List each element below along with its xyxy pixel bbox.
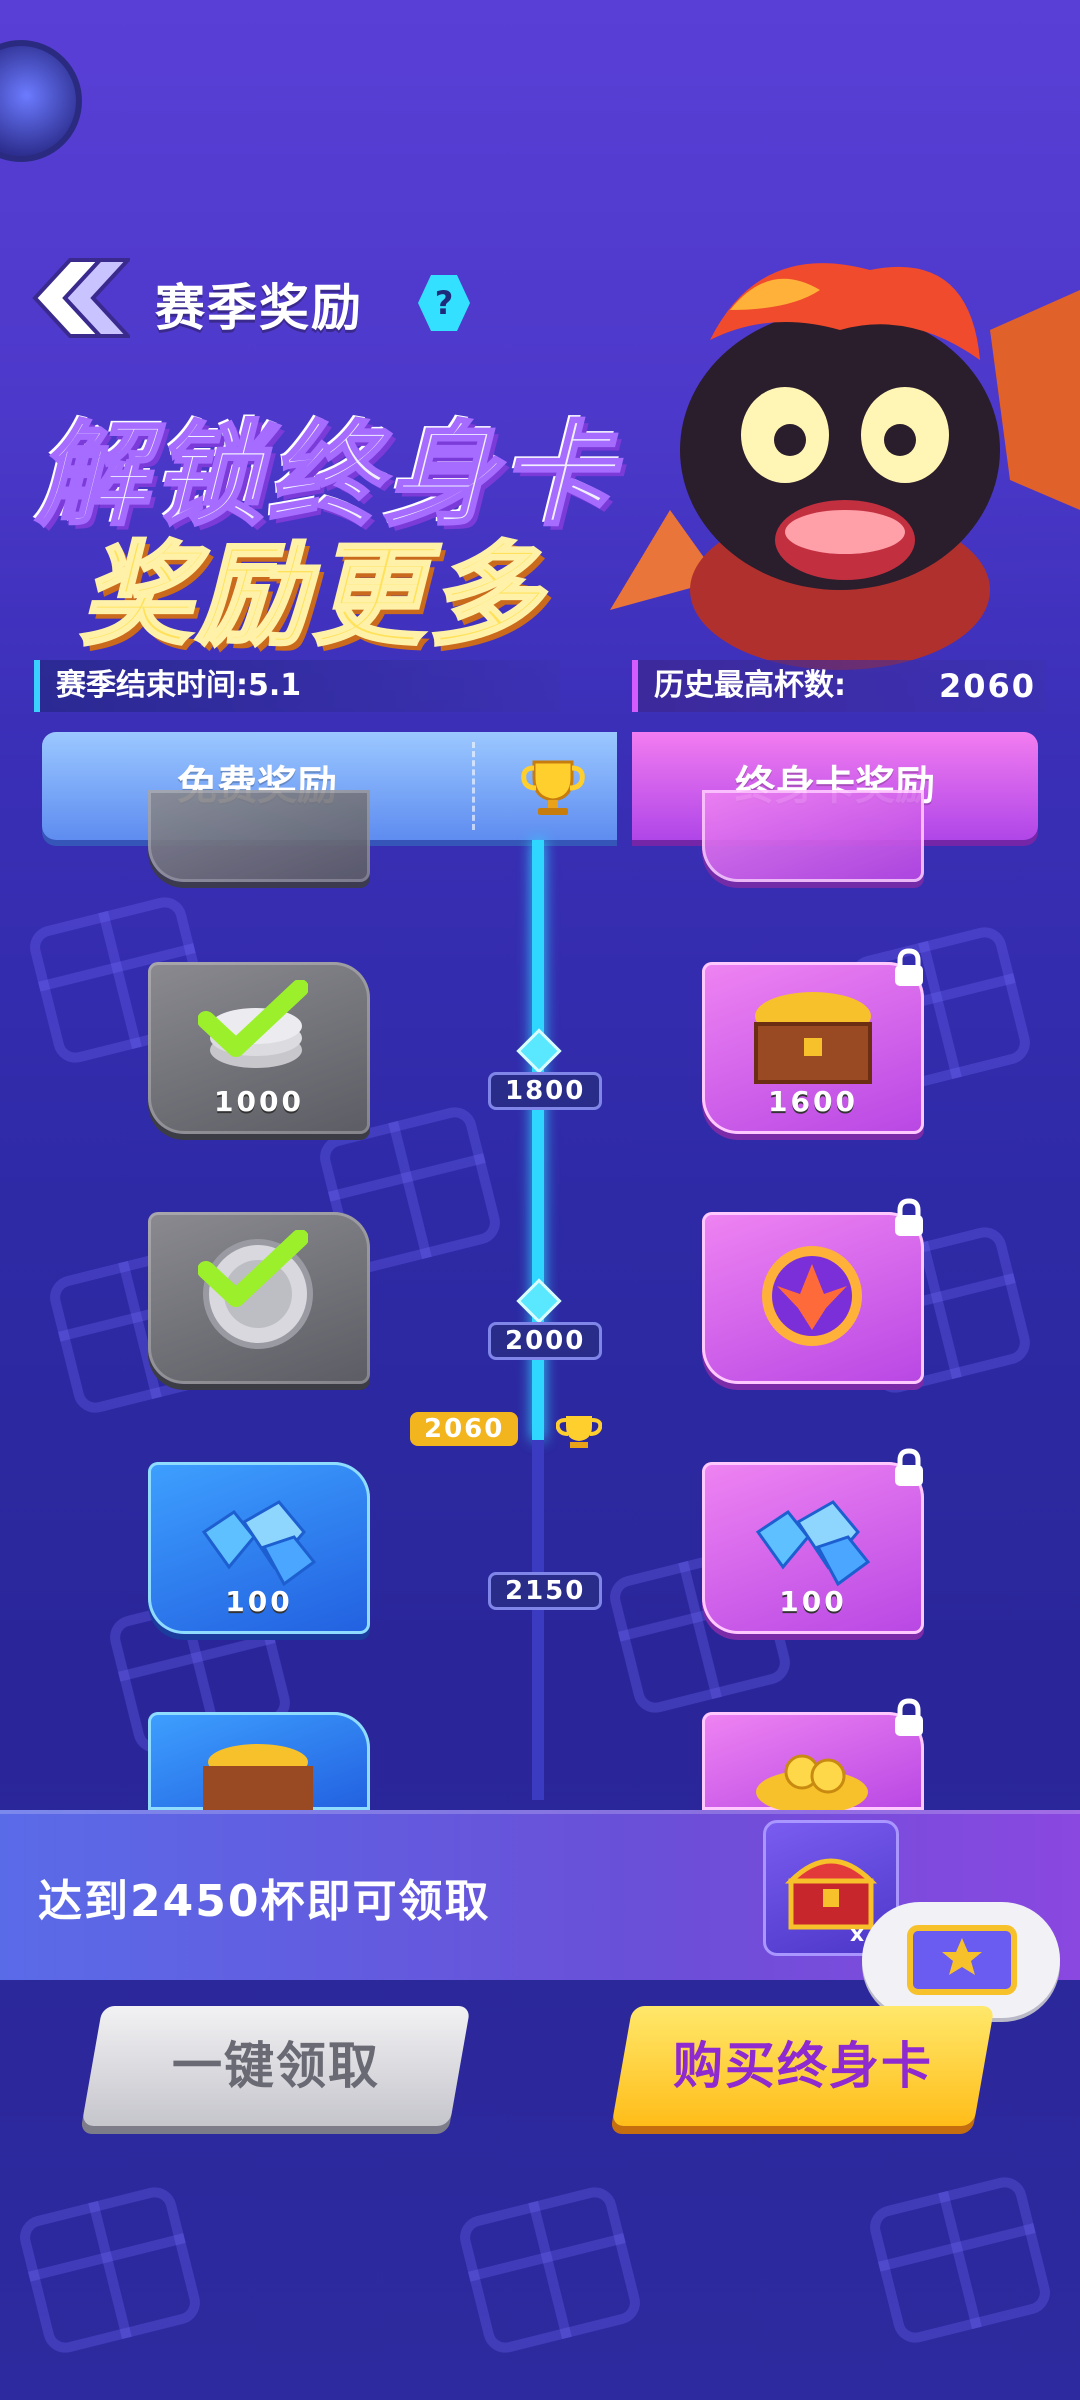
banner-line-2: 奖励更多: [79, 530, 544, 663]
free-reward-card[interactable]: 100: [148, 1462, 370, 1634]
free-reward-card[interactable]: [148, 1212, 370, 1384]
free-reward-card[interactable]: [148, 1712, 370, 1812]
back-button[interactable]: [30, 255, 130, 341]
treasure-chest-icon: [203, 1744, 313, 1812]
gift-pattern-icon: [865, 2172, 1055, 2348]
milestone-node: [516, 1278, 562, 1324]
season-pass-ticket-button[interactable]: [862, 1902, 1060, 2018]
trophy-icon: [556, 1416, 602, 1448]
reward-quantity: 1600: [768, 1085, 858, 1118]
next-reward-text: 达到2450杯即可领取: [38, 1876, 491, 1927]
lifetime-reward-card[interactable]: 1600: [702, 948, 924, 1134]
claim-all-label: 一键领取: [172, 2037, 380, 2095]
lock-icon: [895, 1448, 923, 1486]
best-trophies-label: 历史最高杯数:: [654, 668, 846, 703]
claim-all-button[interactable]: 一键领取: [81, 2006, 471, 2126]
buy-lifetime-card-label: 购买终身卡: [673, 2037, 933, 2095]
milestone-node: [516, 1028, 562, 1074]
treasure-chest-icon: [754, 992, 872, 1084]
reward-multiplier: x: [850, 1922, 865, 1947]
dragon-mascot-image: [610, 263, 1080, 670]
ticket-icon: [907, 1925, 1017, 1995]
season-end-bar: 赛季结束时间:5.1: [34, 660, 560, 712]
lifetime-reward-card[interactable]: [702, 1198, 924, 1384]
coin-pile-icon: [756, 1754, 868, 1812]
gems-icon: [201, 1500, 317, 1587]
check-icon: [198, 980, 308, 1057]
milestone-label: 2150: [488, 1572, 603, 1610]
lock-icon: [895, 1698, 923, 1736]
page-title: 赛季奖励: [155, 279, 363, 337]
gift-pattern-icon: [15, 2182, 205, 2358]
trophy-icon: [521, 760, 585, 815]
gift-pattern-icon: [455, 2182, 645, 2358]
best-trophies-bar: 历史最高杯数: 2060: [632, 660, 1046, 712]
tab-divider: [472, 742, 475, 830]
lifetime-reward-card[interactable]: [702, 1698, 924, 1812]
lock-icon: [895, 1198, 923, 1236]
milestone-label: 2000: [488, 1322, 603, 1360]
season-end-time: 赛季结束时间:5.1: [56, 668, 302, 703]
lifetime-reward-card[interactable]: 100: [702, 1448, 924, 1634]
free-reward-card[interactable]: 1000: [148, 962, 370, 1134]
progress-track-remaining: [532, 1440, 544, 1800]
help-button[interactable]: ?: [418, 275, 470, 331]
lock-icon: [895, 948, 923, 986]
gems-icon: [755, 1500, 871, 1587]
best-trophies-value: 2060: [938, 667, 1036, 705]
milestone-label: 1800: [488, 1072, 603, 1110]
check-icon: [198, 1230, 308, 1307]
phoenix-orb-icon: [762, 1246, 862, 1346]
reward-quantity: 100: [225, 1585, 293, 1618]
red-chest-icon: [784, 1858, 878, 1930]
reward-quantity: 1000: [214, 1085, 304, 1118]
current-trophy-marker: 2060: [410, 1412, 519, 1446]
buy-lifetime-card-button[interactable]: 购买终身卡: [611, 2006, 995, 2126]
reward-card-partial: [702, 790, 924, 882]
reward-card-partial: [148, 790, 370, 882]
reward-quantity: 100: [779, 1585, 847, 1618]
profile-avatar[interactable]: [0, 40, 82, 162]
